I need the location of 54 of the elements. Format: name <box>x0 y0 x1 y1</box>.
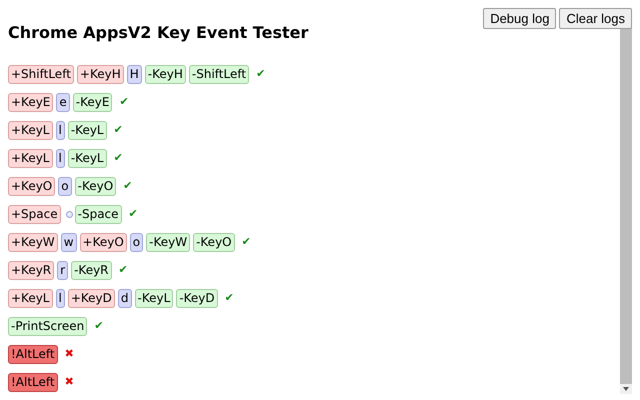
check-mark: ✔ <box>94 318 104 334</box>
error-tag: !AltLeft <box>8 373 58 392</box>
key-down-tag: +KeyL <box>8 149 52 168</box>
key-press-tag: l <box>56 289 65 308</box>
key-down-tag: +ShiftLeft <box>8 65 74 84</box>
key-down-tag: +KeyO <box>8 177 56 196</box>
page-title: Chrome AppsV2 Key Event Tester <box>8 22 308 44</box>
key-down-tag: +Space <box>8 205 61 224</box>
key-down-tag: +KeyD <box>68 289 115 308</box>
key-down-tag: +KeyE <box>8 93 54 112</box>
key-up-tag: -KeyL <box>68 121 107 140</box>
key-up-tag: -KeyR <box>71 261 112 280</box>
scrollbar-track[interactable] <box>620 28 632 394</box>
key-up-tag: -ShiftLeft <box>188 65 250 84</box>
key-up-tag: -KeyO <box>74 177 116 196</box>
key-press-tag: r <box>57 261 68 280</box>
debug-log-button[interactable]: Debug log <box>483 8 556 29</box>
key-up-tag: -KeyL <box>134 289 174 308</box>
error-tag: !AltLeft <box>8 345 58 364</box>
check-mark: ✔ <box>118 262 128 278</box>
key-down-tag: +KeyW <box>8 233 58 252</box>
key-up-tag: -KeyW <box>146 233 190 252</box>
check-mark: ✔ <box>224 290 234 306</box>
check-mark: ✔ <box>123 178 132 194</box>
key-down-tag: +KeyO <box>80 233 127 252</box>
key-press-tag: o <box>130 233 144 252</box>
key-press-tag: l <box>56 121 65 140</box>
check-mark: ✔ <box>128 206 138 222</box>
check-mark: ✔ <box>256 66 266 82</box>
key-up-tag: -KeyD <box>176 289 218 308</box>
key-down-tag: +KeyR <box>8 261 54 280</box>
clear-logs-button[interactable]: Clear logs <box>559 8 632 29</box>
check-mark: ✔ <box>114 150 123 166</box>
key-press-tag: l <box>56 149 65 168</box>
scroll-down-arrow-icon[interactable] <box>620 384 632 394</box>
key-up-tag: -KeyH <box>144 65 186 84</box>
key-press-tag: d <box>118 289 132 308</box>
key-up-tag: -KeyL <box>68 149 107 168</box>
key-up-tag: -KeyE <box>72 93 112 112</box>
key-down-tag: +KeyL <box>8 121 52 140</box>
key-press-tag: e <box>56 93 70 112</box>
key-up-tag: -KeyO <box>193 233 235 252</box>
check-mark: ✔ <box>242 234 251 250</box>
check-mark: ✔ <box>114 122 123 138</box>
key-down-tag: +KeyL <box>8 289 52 308</box>
key-press-tag: o <box>58 177 72 196</box>
cross-mark: ✖ <box>64 346 74 362</box>
key-up-tag: -Space <box>74 205 122 224</box>
key-press-tag: H <box>126 65 142 84</box>
check-mark: ✔ <box>119 94 129 110</box>
key-press-tag: w <box>60 233 77 252</box>
key-up-tag: -PrintScreen <box>8 317 88 336</box>
cross-mark: ✖ <box>64 374 74 390</box>
key-down-tag: +KeyH <box>76 65 124 84</box>
